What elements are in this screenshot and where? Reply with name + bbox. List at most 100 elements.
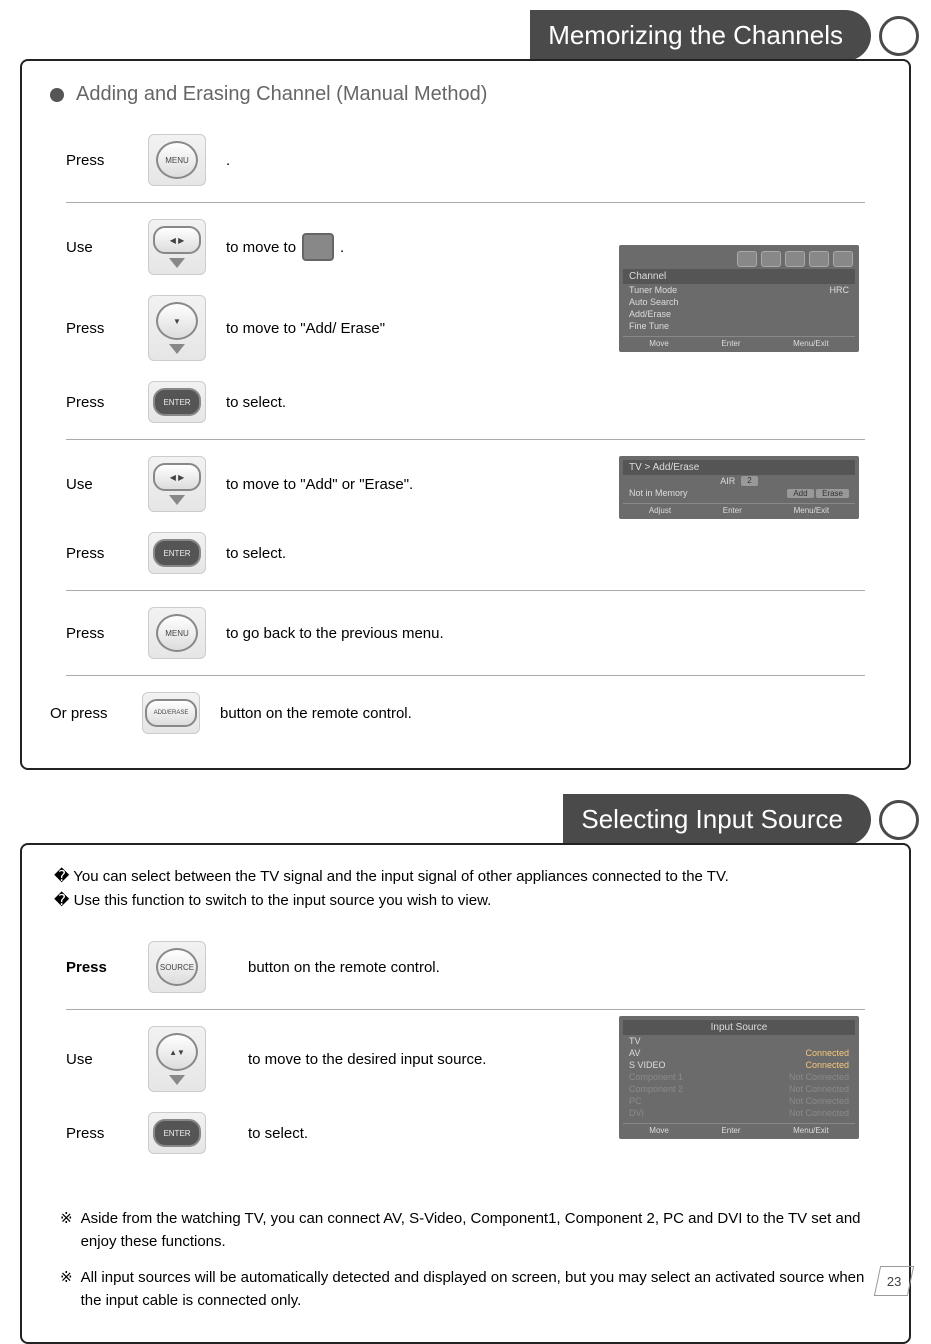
bullet-icon xyxy=(50,88,64,102)
subsection-title: Adding and Erasing Channel (Manual Metho… xyxy=(76,83,487,106)
step-verb: Press xyxy=(66,394,136,411)
arrow-down-icon xyxy=(169,258,185,268)
step-row: Press MENU to go back to the previous me… xyxy=(42,597,889,669)
osd-row: TV xyxy=(623,1035,855,1047)
step-row: Or press ADD/ERASE button on the remote … xyxy=(42,682,889,744)
footnote: ※ All input sources will be automaticall… xyxy=(60,1267,889,1312)
enter-button-icon: ENTER xyxy=(153,388,201,416)
step-row: Use ◀ ▶ to move to "Add" or "Erase". TV … xyxy=(42,446,889,522)
osd-row: Auto Search xyxy=(623,296,855,308)
remote-button-graphic: ▲▼ xyxy=(148,1026,206,1092)
osd-row: Tuner ModeHRC xyxy=(623,284,855,296)
step-verb: Use xyxy=(66,239,136,256)
title-decor-circle xyxy=(879,16,919,56)
intro-line: � Use this function to switch to the inp… xyxy=(54,891,889,909)
step-verb: Or press xyxy=(50,705,130,722)
step-desc: to select. xyxy=(248,1125,308,1142)
osd-erase-button: Erase xyxy=(816,489,849,498)
osd-row: AIR 2 xyxy=(623,475,855,487)
intro-line: � You can select between the TV signal a… xyxy=(54,867,889,885)
arrow-down-icon xyxy=(169,344,185,354)
step-verb: Press xyxy=(66,1125,136,1142)
divider xyxy=(66,1009,865,1010)
footnote: ※ Aside from the watching TV, you can co… xyxy=(60,1208,889,1253)
remote-button-graphic: ADD/ERASE xyxy=(142,692,200,734)
step-verb: Press xyxy=(66,152,136,169)
step-row: Use ▲▼ to move to the desired input sour… xyxy=(42,1016,889,1102)
osd-row: Not in Memory Add Erase xyxy=(623,487,855,499)
osd-tab-icon xyxy=(737,251,757,267)
remote-button-graphic: ENTER xyxy=(148,381,206,423)
step-row: Press MENU . xyxy=(42,124,889,196)
left-right-button-icon: ◀ ▶ xyxy=(153,463,201,491)
step-verb: Press xyxy=(66,320,136,337)
left-right-button-icon: ◀ ▶ xyxy=(153,226,201,254)
step-desc: to move to "Add" or "Erase". xyxy=(226,476,413,493)
step-desc: to go back to the previous menu. xyxy=(226,625,444,642)
step-desc: . xyxy=(226,152,230,169)
remote-button-graphic: ENTER xyxy=(148,532,206,574)
osd-hint: Move xyxy=(649,339,669,348)
step-row: Press ▼ to move to "Add/ Erase" Channel … xyxy=(42,285,889,371)
remote-button-graphic: ◀ ▶ xyxy=(148,219,206,275)
step-verb: Press xyxy=(66,545,136,562)
step-desc: button on the remote control. xyxy=(248,959,440,976)
down-button-icon: ▼ xyxy=(156,302,198,340)
remote-button-graphic: MENU xyxy=(148,134,206,186)
step-row: Press ENTER to select. xyxy=(42,522,889,584)
osd-hint: Enter xyxy=(723,506,742,515)
osd-tab-icon xyxy=(761,251,781,267)
menu-button-icon: MENU xyxy=(156,141,198,179)
osd-add-button: Add xyxy=(787,489,813,498)
step-verb: Press xyxy=(66,625,136,642)
step-desc: to select. xyxy=(226,394,286,411)
divider xyxy=(66,439,865,440)
osd-add-erase: TV > Add/Erase AIR 2 Not in Memory Add E… xyxy=(619,456,859,519)
divider xyxy=(66,675,865,676)
arrow-down-icon xyxy=(169,1075,185,1085)
menu-button-icon: MENU xyxy=(156,614,198,652)
source-button-icon: SOURCE xyxy=(156,948,198,986)
divider xyxy=(66,590,865,591)
step-desc: to move to the desired input source. xyxy=(248,1051,486,1068)
remote-button-graphic: ▼ xyxy=(148,295,206,361)
osd-breadcrumb: TV > Add/Erase xyxy=(629,462,699,473)
reference-mark-icon: ※ xyxy=(60,1267,73,1312)
page-title-1: Memorizing the Channels xyxy=(530,10,871,61)
step-row: Press ENTER to select. xyxy=(42,1102,889,1164)
channel-number: 2 xyxy=(741,476,757,486)
divider xyxy=(66,202,865,203)
osd-status: Not in Memory xyxy=(629,488,688,498)
section-memorizing: Adding and Erasing Channel (Manual Metho… xyxy=(20,59,911,770)
osd-title: Channel xyxy=(629,271,666,282)
osd-hint: Adjust xyxy=(649,506,671,515)
osd-hint: Menu/Exit xyxy=(794,506,830,515)
osd-row: S VIDEOConnected xyxy=(623,1059,855,1071)
osd-row: Component 1Not Connected xyxy=(623,1071,855,1083)
step-verb: Press xyxy=(66,959,136,976)
remote-button-graphic: MENU xyxy=(148,607,206,659)
step-desc: button on the remote control. xyxy=(220,705,412,722)
step-verb: Use xyxy=(66,1051,136,1068)
page-title-2: Selecting Input Source xyxy=(563,794,871,845)
osd-row: Component 2Not Connected xyxy=(623,1083,855,1095)
reference-mark-icon: ※ xyxy=(60,1208,73,1253)
step-desc: to move to . xyxy=(226,233,344,261)
subsection-heading: Adding and Erasing Channel (Manual Metho… xyxy=(50,83,889,106)
step-row: Press ENTER to select. xyxy=(42,371,889,433)
arrow-down-icon xyxy=(169,495,185,505)
up-down-button-icon: ▲▼ xyxy=(156,1033,198,1071)
enter-button-icon: ENTER xyxy=(153,539,201,567)
osd-tab-icon xyxy=(785,251,805,267)
add-erase-button-icon: ADD/ERASE xyxy=(145,699,197,727)
osd-title: Input Source xyxy=(711,1022,768,1033)
step-desc: to select. xyxy=(226,545,286,562)
step-desc: to move to "Add/ Erase" xyxy=(226,320,385,337)
remote-button-graphic: ENTER xyxy=(148,1112,206,1154)
osd-row: Add/Erase xyxy=(623,308,855,320)
section-input-source: � You can select between the TV signal a… xyxy=(20,843,911,1344)
osd-row: Fine Tune xyxy=(623,320,855,332)
enter-button-icon: ENTER xyxy=(153,1119,201,1147)
remote-button-graphic: SOURCE xyxy=(148,941,206,993)
page-number: 23 xyxy=(874,1266,914,1296)
